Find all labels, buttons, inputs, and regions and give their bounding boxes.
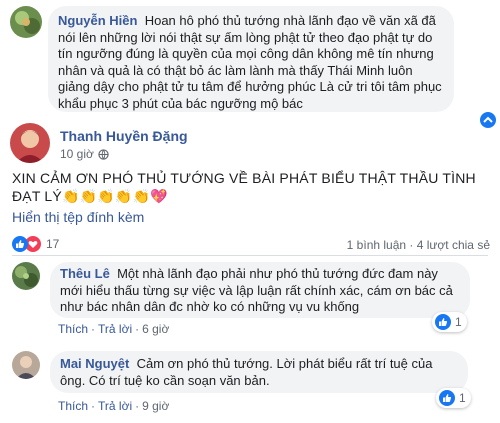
post-text-line: ĐẠT LÝ👏👏👏👏👏💖 bbox=[12, 188, 168, 204]
avatar[interactable] bbox=[12, 262, 40, 290]
attachment-link[interactable]: Hiển thị tệp đính kèm bbox=[12, 209, 144, 225]
like-reaction-icon bbox=[435, 314, 451, 330]
like-button[interactable]: Thích bbox=[58, 322, 88, 336]
comment-bubble: Nguyễn Hiền Hoan hô phó thủ tướng nhà lã… bbox=[48, 6, 454, 112]
avatar-image bbox=[12, 351, 40, 379]
reply-time[interactable]: 6 giờ bbox=[142, 322, 169, 336]
scroll-up-icon[interactable] bbox=[480, 112, 496, 128]
reply-reactions[interactable]: 1 bbox=[436, 388, 471, 408]
avatar-image bbox=[10, 6, 42, 38]
reply-author[interactable]: Mai Nguyệt bbox=[60, 356, 129, 371]
reaction-count[interactable]: 17 bbox=[46, 237, 59, 251]
reaction-count: 1 bbox=[455, 315, 462, 329]
post-text: XIN CẢM ƠN PHÓ THỦ TƯỚNG VỀ BÀI PHÁT BIỂ… bbox=[12, 169, 482, 205]
post-time-text: 10 giờ bbox=[60, 147, 94, 161]
comment-author[interactable]: Nguyễn Hiền bbox=[58, 13, 137, 28]
reply-button[interactable]: Trả lời bbox=[98, 399, 132, 413]
post-stats[interactable]: 1 bình luận · 4 lượt chia sẻ bbox=[347, 238, 490, 252]
like-reaction-icon bbox=[439, 390, 455, 406]
post-author-avatar[interactable] bbox=[10, 123, 50, 163]
divider bbox=[12, 255, 488, 256]
reply-button[interactable]: Trả lời bbox=[98, 322, 132, 336]
avatar-image bbox=[10, 123, 50, 163]
post-reactions[interactable]: 17 bbox=[12, 236, 59, 252]
like-button[interactable]: Thích bbox=[58, 399, 88, 413]
reply-bubble: Mai Nguyệt Cảm ơn phó thủ tướng. Lời phá… bbox=[50, 351, 468, 393]
reply-time[interactable]: 9 giờ bbox=[142, 399, 169, 413]
reply-text: Một nhà lãnh đạo phải như phó thủ tướng … bbox=[60, 266, 453, 314]
reply-reactions[interactable]: 1 bbox=[432, 312, 467, 332]
post-text-line: XIN CẢM ƠN PHÓ THỦ TƯỚNG VỀ BÀI PHÁT BIỂ… bbox=[12, 170, 476, 186]
reply-actions: Thích · Trả lời · 9 giờ bbox=[58, 399, 170, 413]
like-reaction-icon bbox=[12, 236, 28, 252]
avatar-image bbox=[12, 262, 40, 290]
avatar[interactable] bbox=[10, 6, 42, 38]
reply-actions: Thích · Trả lời · 6 giờ bbox=[58, 322, 170, 336]
post-timestamp[interactable]: 10 giờ bbox=[60, 147, 109, 161]
avatar[interactable] bbox=[12, 351, 40, 379]
reply-author[interactable]: Thêu Lê bbox=[60, 266, 110, 281]
audience-globe-icon bbox=[98, 148, 109, 160]
post-author-name[interactable]: Thanh Huyền Đặng bbox=[60, 128, 188, 144]
reaction-count: 1 bbox=[459, 391, 466, 405]
reply-bubble: Thêu Lê Một nhà lãnh đạo phải như phó th… bbox=[50, 262, 470, 318]
